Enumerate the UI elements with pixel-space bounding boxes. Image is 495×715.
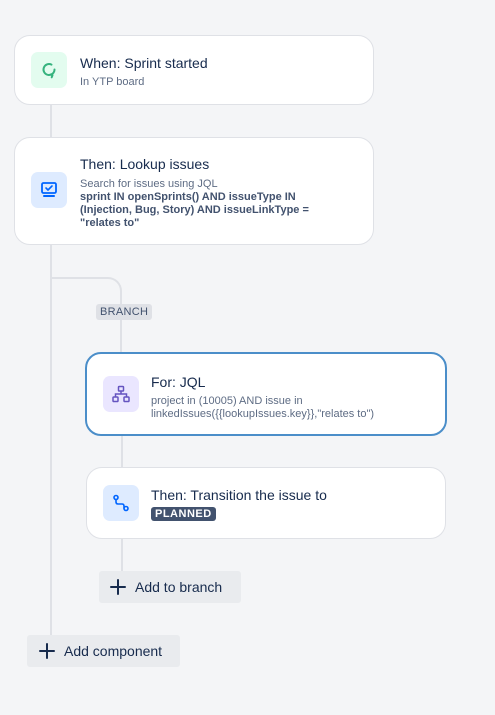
refresh-icon (42, 63, 56, 79)
trigger-subtitle: In YTP board (80, 76, 145, 88)
hierarchy-icon (112, 385, 130, 403)
trigger-card[interactable]: When: Sprint started In YTP board (14, 35, 374, 105)
trigger-title: When: Sprint started (80, 55, 208, 71)
for-jql-icon-box (103, 376, 139, 412)
status-lozenge: PLANNED (151, 507, 216, 521)
monitor-check-icon (41, 182, 57, 197)
lookup-icon-box (31, 172, 67, 208)
add-to-branch-button[interactable]: Add to branch (99, 571, 241, 603)
lookup-jql-line: (Injection, Bug, Story) AND issueLinkTyp… (80, 204, 309, 216)
plus-icon (110, 579, 126, 595)
add-to-branch-label: Add to branch (135, 579, 223, 595)
connector-line (121, 435, 123, 468)
for-jql-card[interactable]: For: JQL project in (10005) AND issue in… (85, 352, 447, 436)
lookup-jql-line: "relates to" (80, 217, 140, 229)
plus-icon (39, 643, 55, 659)
for-jql-query-line: project in (10005) AND issue in (151, 395, 303, 407)
lookup-jql-line: sprint IN openSprints() AND issueType IN (80, 191, 296, 203)
for-jql-query-line: linkedIssues({{lookupIssues.key}},"relat… (151, 408, 375, 420)
add-component-button[interactable]: Add component (27, 635, 180, 667)
lookup-description: Search for issues using JQL (80, 178, 218, 190)
lookup-issues-card[interactable]: Then: Lookup issues Search for issues us… (14, 137, 374, 245)
transition-title: Then: Transition the issue to (151, 487, 327, 503)
connector-line (50, 104, 52, 138)
lookup-title: Then: Lookup issues (80, 156, 210, 172)
transition-path-icon (113, 494, 129, 512)
for-jql-title: For: JQL (151, 374, 206, 390)
transition-card[interactable]: Then: Transition the issue to PLANNED (86, 467, 446, 539)
trigger-icon-box (31, 52, 67, 88)
transition-icon-box (103, 485, 139, 521)
connector-line (121, 538, 123, 572)
branch-label: BRANCH (96, 304, 153, 320)
add-component-label: Add component (64, 643, 163, 659)
